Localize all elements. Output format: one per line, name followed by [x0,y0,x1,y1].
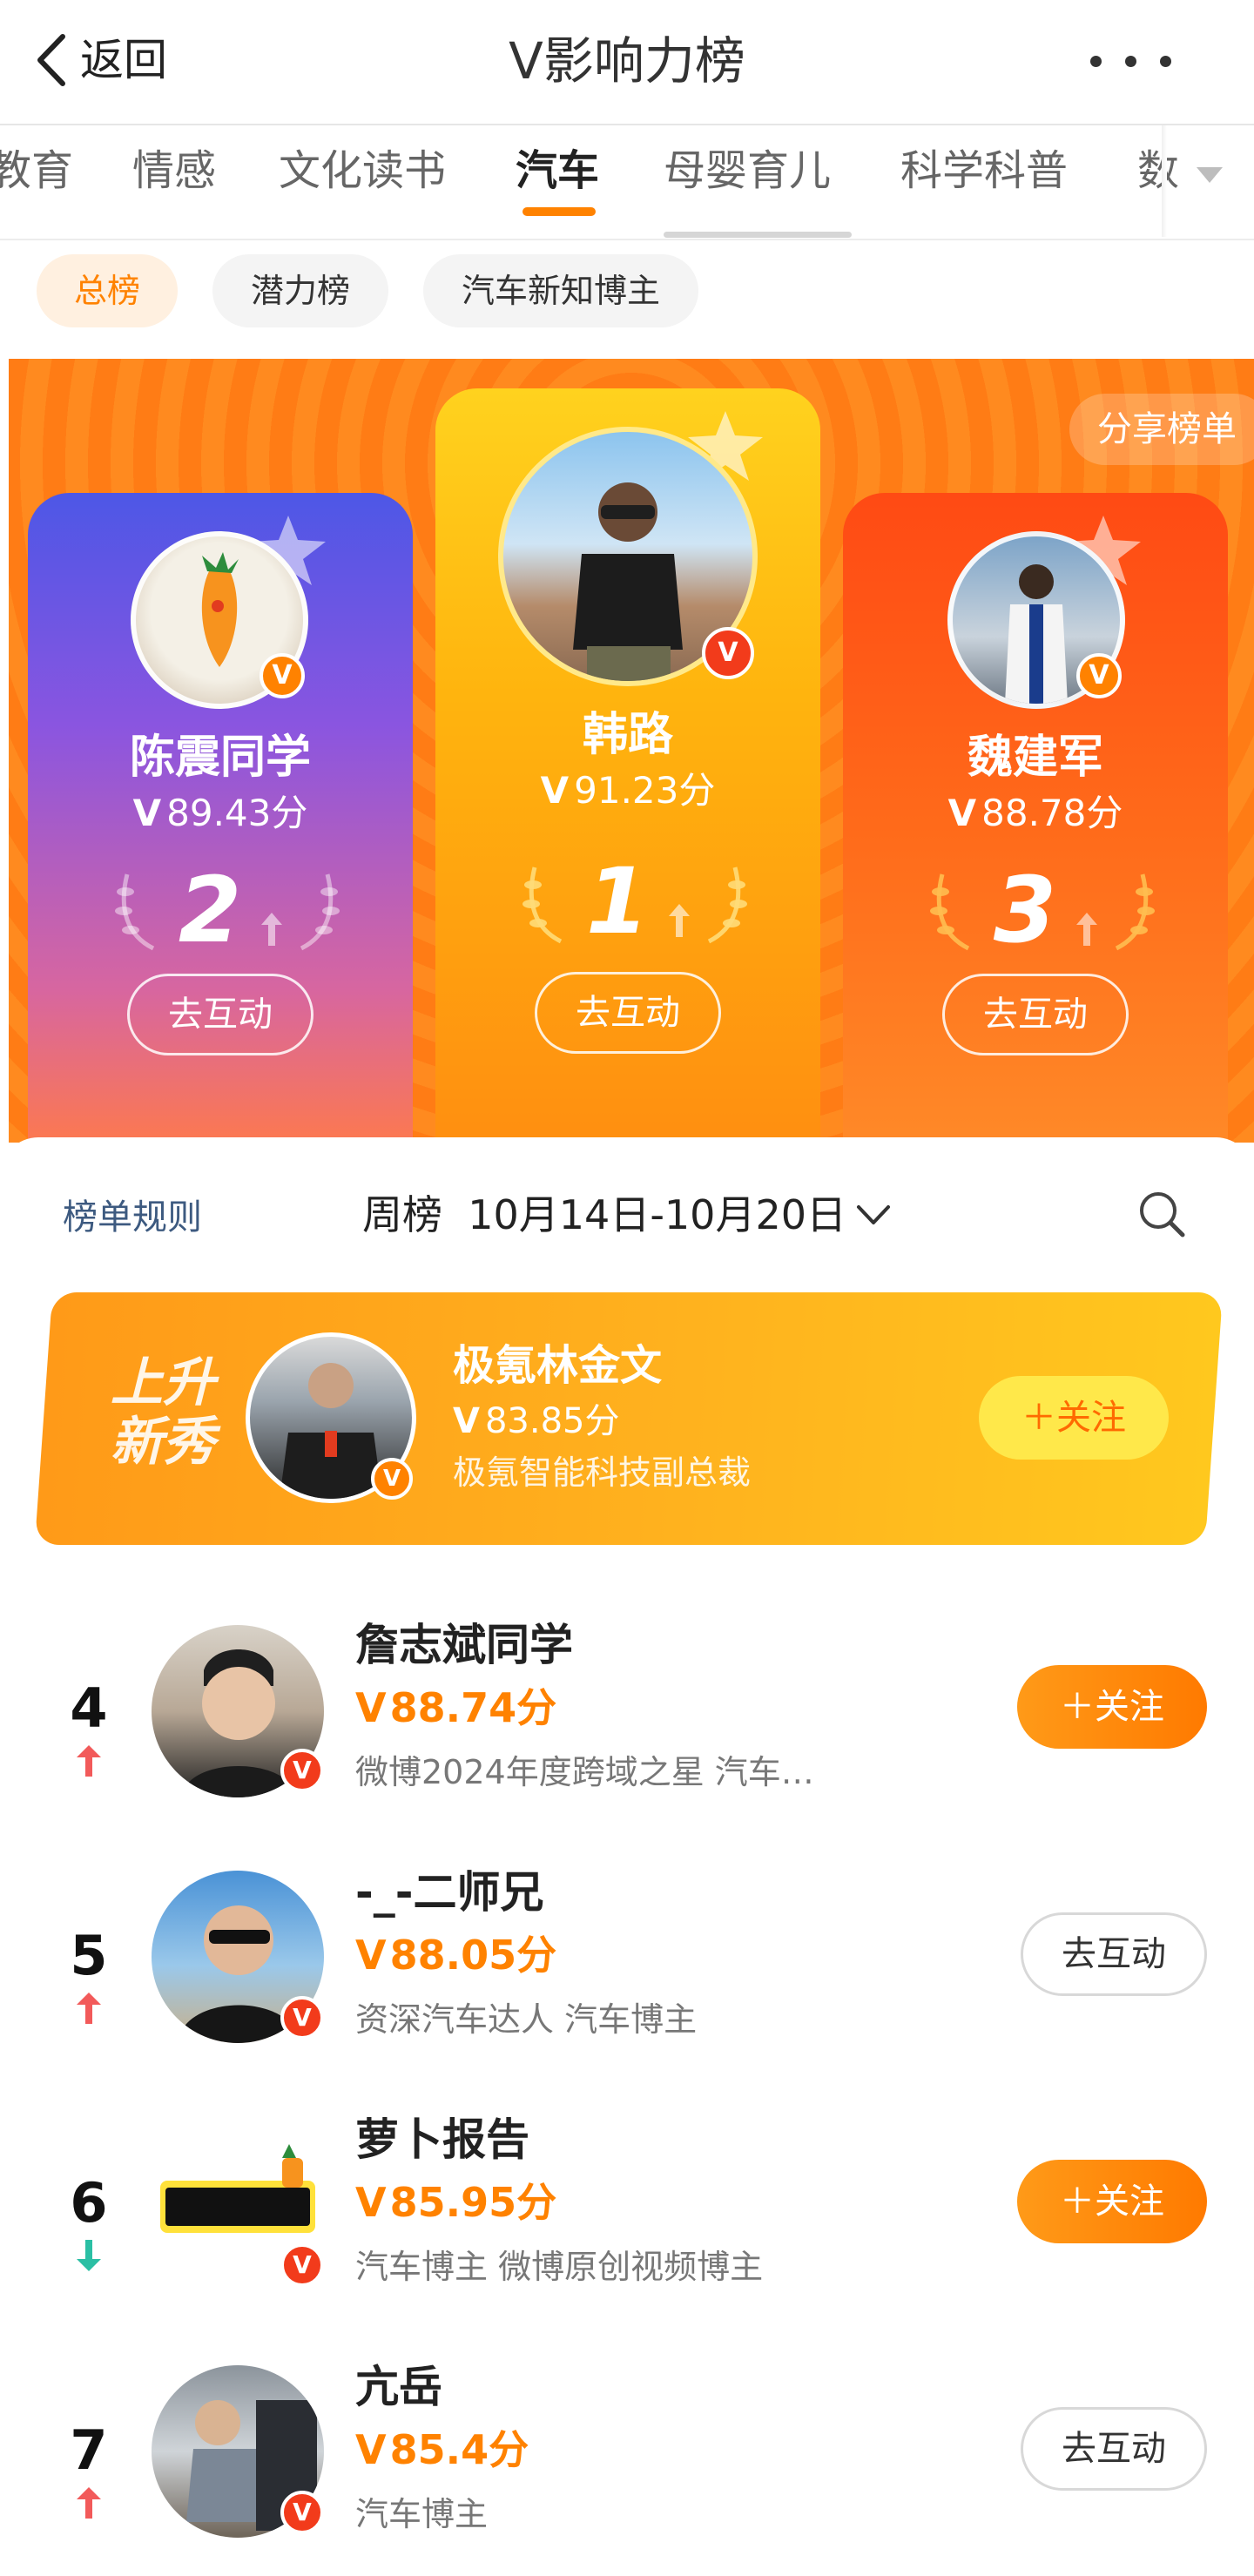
row-score: V88.05分 [355,1932,557,1979]
row-name[interactable]: -_-二师兄 [355,1864,544,1921]
top3-rank: 3 [993,857,1057,963]
rank-down-arrow-icon [77,2240,101,2271]
verified-v-icon: V [280,2243,324,2287]
verified-v-icon: V [702,627,754,679]
row-name[interactable]: 亢岳 [355,2358,442,2416]
top1-name[interactable]: 韩路 [435,705,820,765]
tab-culture-reading[interactable]: 文化读书 [279,143,446,199]
row-rank: 4 [70,1676,108,1740]
tab-emotion[interactable]: 情感 [132,143,216,199]
chevron-down-icon[interactable] [855,1202,892,1228]
row-desc: 资深汽车达人 汽车博主 [355,2000,698,2039]
v-score-icon: V [453,1401,480,1441]
page-title: V影响力榜 [509,31,745,91]
rank-up-arrow-icon [77,1745,101,1777]
verified-v-icon: V [280,1996,324,2040]
rising-star-score: V 83.85分 [453,1401,620,1441]
subtab-potential[interactable]: 潜力榜 [212,254,388,327]
active-tab-indicator [522,207,596,216]
v-score-icon: V [355,1932,387,1979]
rising-star-desc: 极氪智能科技副总裁 [453,1453,752,1492]
row-desc: 汽车博主 [355,2495,489,2533]
tab-education[interactable]: 教育 [0,143,73,199]
row-score: V88.74分 [355,1684,557,1731]
row-score: V85.95分 [355,2179,557,2226]
top2-name[interactable]: 陈震同学 [28,728,413,787]
top2-interact-button[interactable]: 去互动 [127,974,314,1055]
v-score-icon: V [540,769,570,812]
top3-score: V 88.78分 [947,792,1123,834]
tabs-scroll-indicator [664,232,852,238]
v-score-icon: V [355,2179,387,2226]
category-tabs: 教育 情感 文化读书 汽车 母婴育儿 科学科普 数 [0,124,1254,240]
verified-v-icon: V [280,1749,324,1792]
verified-v-icon: V [280,2491,324,2534]
verified-v-icon: V [371,1458,413,1500]
more-icon[interactable] [1090,56,1174,68]
tabs-fade [1162,125,1167,237]
tab-data[interactable]: 数 [1137,143,1179,199]
row-name[interactable]: 萝卜报告 [355,2111,529,2168]
row-rank: 7 [70,2418,108,2482]
period-selector[interactable]: 周榜 10月14日-10月20日 [362,1186,846,1244]
subtab-overall[interactable]: 总榜 [37,254,178,327]
share-list-button[interactable]: 分享榜单 [1069,394,1254,465]
row-desc: 微博2024年度跨域之星 汽车… [355,1753,814,1791]
follow-button[interactable]: ＋关注 [1017,1665,1207,1749]
row-score: V85.4分 [355,2426,529,2473]
rising-star-label: 上升新秀 [111,1352,215,1473]
v-score-icon: V [355,1684,387,1731]
rising-star-name[interactable]: 极氪林金文 [453,1338,662,1393]
rank-up-arrow-icon [1076,913,1097,946]
top1-interact-button[interactable]: 去互动 [535,972,721,1054]
v-score-icon: V [132,792,162,834]
top2-rank: 2 [178,857,242,963]
verified-v-icon: V [1076,653,1122,698]
row-rank: 5 [70,1924,108,1987]
v-score-icon: V [947,792,977,834]
tab-parenting[interactable]: 母婴育儿 [664,143,831,199]
interact-button[interactable]: 去互动 [1021,1912,1207,1996]
rising-star-follow-button[interactable]: ＋关注 [979,1376,1169,1460]
search-icon[interactable] [1136,1188,1188,1240]
rank-up-arrow-icon [261,913,282,946]
list-rules-link[interactable]: 榜单规则 [63,1193,202,1242]
tab-auto[interactable]: 汽车 [516,143,599,199]
top1-score: V 91.23分 [540,769,716,812]
row-desc: 汽车博主 微博原创视频博主 [355,2248,764,2286]
verified-v-icon: V [260,653,305,698]
rank-up-arrow-icon [77,2487,101,2519]
subtab-new-blogger[interactable]: 汽车新知博主 [423,254,698,327]
top2-score: V 89.43分 [132,792,308,834]
row-rank: 6 [70,2171,108,2235]
rank-up-arrow-icon [669,904,690,937]
interact-button[interactable]: 去互动 [1021,2407,1207,2491]
v-score-icon: V [355,2426,387,2473]
row-name[interactable]: 詹志斌同学 [355,1616,573,1674]
top1-rank: 1 [585,848,650,954]
top3-interact-button[interactable]: 去互动 [942,974,1129,1055]
top3-name[interactable]: 魏建军 [843,728,1228,787]
follow-button[interactable]: ＋关注 [1017,2160,1207,2243]
tabs-expand-icon[interactable] [1197,167,1223,183]
rank-up-arrow-icon [77,1993,101,2024]
tab-science[interactable]: 科学科普 [900,143,1068,199]
